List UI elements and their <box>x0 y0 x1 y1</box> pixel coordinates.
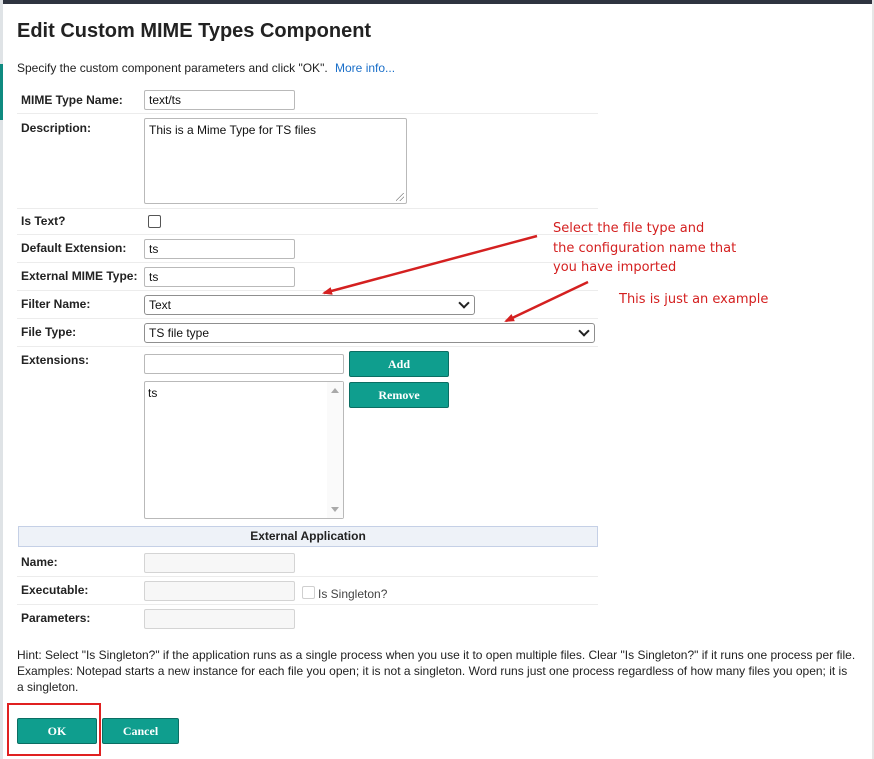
arrow-to-filter-name <box>322 234 538 295</box>
arrow-to-file-type <box>504 280 589 323</box>
annotation-arrows <box>322 234 589 323</box>
